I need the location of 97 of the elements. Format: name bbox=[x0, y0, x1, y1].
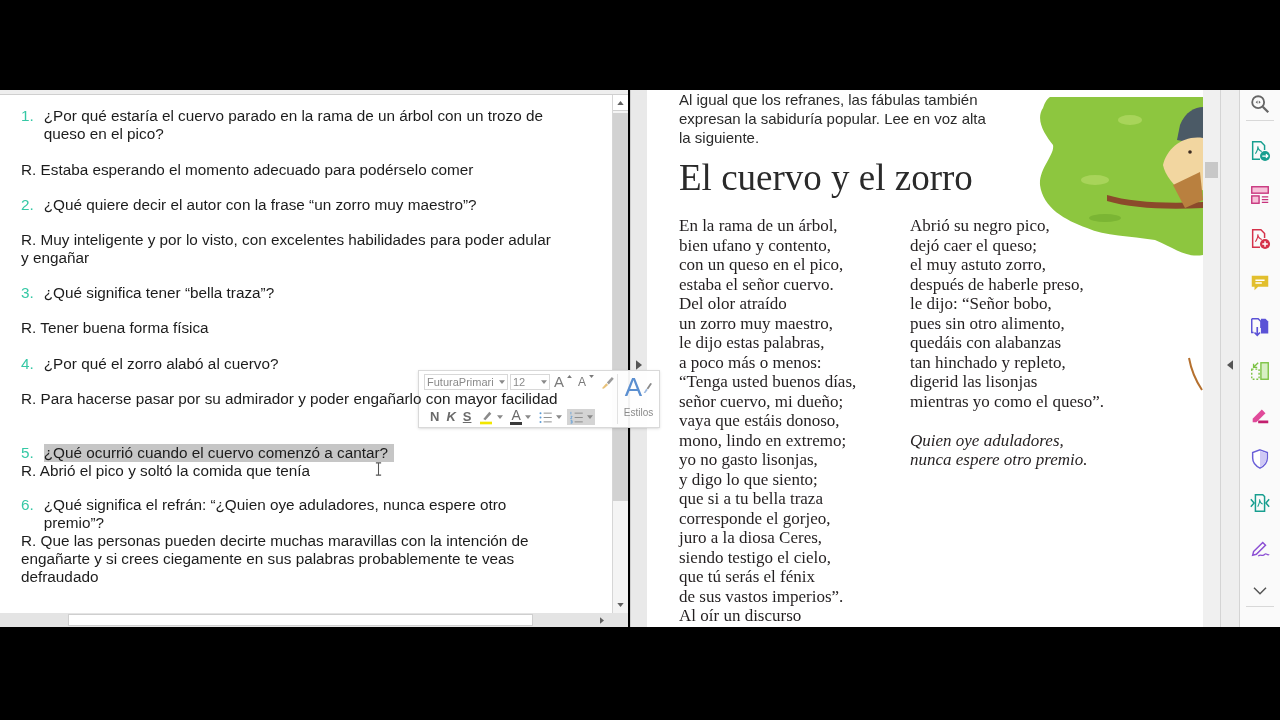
list-number: 4. bbox=[21, 355, 34, 373]
chevron-down-icon[interactable] bbox=[1252, 586, 1268, 596]
caret-down-icon bbox=[524, 415, 531, 419]
caret-left-icon[interactable] bbox=[1227, 360, 1233, 370]
font-color-button[interactable]: A bbox=[508, 409, 533, 425]
horizontal-scrollbar[interactable] bbox=[0, 613, 628, 627]
text-cursor-icon bbox=[375, 462, 382, 476]
caret-down-icon bbox=[497, 415, 504, 419]
poem-line: Abrió su negro pico, bbox=[910, 216, 1050, 236]
poem-line: juro a la diosa Ceres, bbox=[679, 528, 823, 548]
search-icon[interactable] bbox=[1249, 93, 1271, 115]
caret-down-icon bbox=[589, 375, 594, 378]
poem-title: El cuervo y el zorro bbox=[679, 158, 973, 198]
scrollbar-thumb[interactable] bbox=[68, 614, 533, 626]
poem-line: señor cuervo, mi dueño; bbox=[679, 391, 844, 411]
answer-text: R. Para hacerse pasar por su admirador y poder engañarlo con mayor facilidad bbox=[21, 390, 558, 408]
caret-up-icon bbox=[567, 375, 572, 378]
branch-curve-drawing bbox=[1188, 357, 1203, 391]
poem-line: quedáis con alabanzas bbox=[910, 333, 1062, 353]
bold-button[interactable]: N bbox=[428, 409, 442, 425]
bullet-list-icon bbox=[537, 409, 553, 425]
question-text: ¿Qué significa el refrán: “¿Quien oye aduladores, nunca espere otro premio”? bbox=[43, 496, 508, 532]
poem-line: Del olor atraído bbox=[679, 294, 787, 314]
shield-icon[interactable] bbox=[1249, 448, 1271, 470]
answer-text: R. Tener buena forma física bbox=[21, 319, 209, 337]
poem-line: mientras yo como el queso”. bbox=[910, 391, 1105, 411]
documents-arrow-icon[interactable] bbox=[1249, 316, 1271, 338]
poem-line: dejó caer el queso; bbox=[910, 235, 1037, 255]
poem-line: el muy astuto zorro, bbox=[910, 255, 1046, 275]
question-text: ¿Por qué el zorro alabó al cuervo? bbox=[43, 355, 280, 373]
italic-button[interactable]: K bbox=[444, 409, 458, 425]
document-arrow-icon[interactable] bbox=[1249, 140, 1271, 162]
question-text: ¿Qué quiere decir el autor con la frase “un zorro muy maestro”? bbox=[43, 196, 478, 214]
answer-text: R. Estaba esperando el momento adecuado para podérselo comer bbox=[21, 161, 474, 179]
question-text: ¿Qué significa tener “bella traza”? bbox=[43, 284, 276, 302]
poem-line: le dijo estas palabras, bbox=[679, 333, 825, 353]
caret-down-icon bbox=[555, 415, 562, 419]
poem-line: a poco más o menos: bbox=[679, 352, 822, 372]
poem-line: que si a tu bella traza bbox=[679, 489, 823, 509]
paintbrush-icon bbox=[642, 381, 653, 395]
poem-line: bien ufano y contento, bbox=[679, 235, 831, 255]
poem-line: “Tenga usted buenos días, bbox=[679, 372, 857, 392]
poem-line: mono, lindo en extremo; bbox=[679, 430, 847, 450]
answer-text: R. Que las personas pueden decirte muchas maravillas con la intención de engañarte y si crees ciegamente en sus palabras probablemente te veas defraudado bbox=[21, 532, 529, 586]
intro-paragraph: Al igual que los refranes, las fábulas también expresan la sabiduría popular. Lee en voz alta la siguiente. bbox=[679, 90, 986, 147]
underline-button[interactable]: S bbox=[460, 409, 474, 425]
dashed-pages-icon[interactable] bbox=[1249, 360, 1271, 382]
caret-up-icon bbox=[617, 100, 624, 105]
scroll-up-button[interactable] bbox=[613, 95, 628, 111]
caret-down-icon bbox=[541, 380, 547, 384]
caret-right-icon[interactable] bbox=[636, 360, 642, 370]
highlighter-icon bbox=[478, 409, 495, 425]
poem-line: y digo lo que siento; bbox=[679, 469, 818, 489]
caret-down-icon bbox=[499, 380, 505, 384]
poem-line: estaba el señor cuervo. bbox=[679, 274, 834, 294]
caret-down-icon bbox=[617, 603, 624, 607]
paintbrush-icon bbox=[600, 374, 615, 390]
poem-line: después de haberle preso, bbox=[910, 274, 1084, 294]
pdf-scrollbar[interactable] bbox=[1203, 90, 1220, 627]
caret-down-icon bbox=[586, 415, 593, 419]
poem-line: yo no gasto lisonjas, bbox=[679, 450, 818, 470]
document-compress-icon[interactable] bbox=[1249, 492, 1271, 514]
font-size-field[interactable]: 12 bbox=[510, 374, 550, 390]
page-layout-icon[interactable] bbox=[1249, 184, 1271, 206]
grow-font-button[interactable]: A bbox=[552, 374, 574, 390]
poem-line: digerid las lisonjas bbox=[910, 372, 1038, 392]
poem-line: pues sin otro alimento, bbox=[910, 313, 1065, 333]
moral-line: Quien oye aduladores, bbox=[910, 430, 1064, 450]
caret-right-icon bbox=[600, 616, 604, 624]
answer-text: R. Abrió el pico y soltó la comida que tenía bbox=[21, 462, 311, 480]
list-number: 1. bbox=[21, 107, 34, 126]
list-number: 3. bbox=[21, 284, 34, 302]
font-name-field[interactable]: FuturaPrimari bbox=[424, 374, 508, 390]
poem-line: de sus vastos imperios”. bbox=[679, 586, 844, 606]
poem-line: corresponde el gorjeo, bbox=[679, 508, 831, 528]
question-text: ¿Qué ocurrió cuando el cuervo comenzó a cantar? bbox=[43, 444, 395, 462]
poem-line: tan hinchado y repleto, bbox=[910, 352, 1066, 372]
list-number: 2. bbox=[21, 196, 34, 214]
scrollbar-thumb[interactable] bbox=[1205, 162, 1218, 178]
poem-line: En la rama de un árbol, bbox=[679, 216, 838, 236]
poem-line: con un queso en el pico, bbox=[679, 255, 844, 275]
moral-line: nunca espere otro premio. bbox=[910, 450, 1088, 470]
document-plus-icon[interactable] bbox=[1249, 228, 1271, 250]
poem-line: que tú serás el fénix bbox=[679, 567, 815, 587]
question-text: ¿Por qué estaría el cuervo parado en la rama de un árbol con un trozo de queso en el pico? bbox=[43, 107, 544, 143]
list-number: 5. bbox=[21, 444, 34, 462]
poem-line: Al oír un discurso bbox=[679, 606, 802, 626]
numbered-list-icon bbox=[568, 409, 584, 425]
numbering-button[interactable] bbox=[566, 409, 595, 425]
poem-line: vaya que estáis donoso, bbox=[679, 411, 840, 431]
shrink-font-button[interactable]: A bbox=[576, 374, 596, 390]
answer-text: R. Muy inteligente y por lo visto, con excelentes habilidades para poder adular y engañar bbox=[21, 231, 551, 267]
poem-line: un zorro muy maestro, bbox=[679, 313, 833, 333]
styles-button[interactable]: A Estilos bbox=[618, 371, 659, 427]
poem-line: le dijo: “Señor bobo, bbox=[910, 294, 1052, 314]
poem-line: siendo testigo el cielo, bbox=[679, 547, 832, 567]
list-number: 6. bbox=[21, 496, 34, 515]
